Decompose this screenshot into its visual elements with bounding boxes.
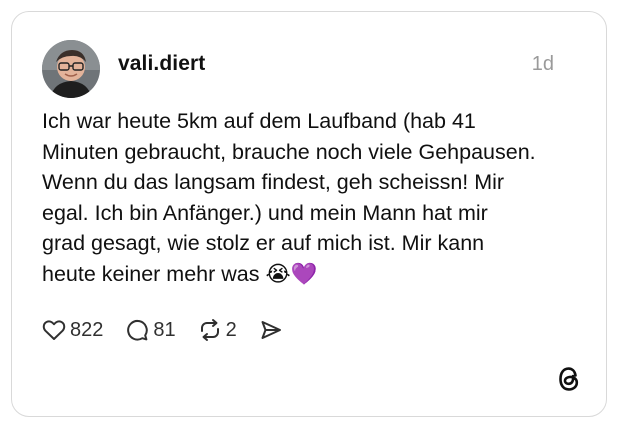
post-text: Ich war heute 5km auf dem Laufband (hab … [42,109,536,286]
repost-icon [198,318,222,342]
speech-bubble-icon [125,318,149,342]
send-icon [259,318,283,342]
action-bar: 822 81 2 [42,315,305,345]
heart-icon [42,319,66,341]
avatar-photo [42,40,100,98]
repost-count: 2 [225,318,237,341]
threads-logo-icon [556,365,582,393]
username[interactable]: vali.diert [118,52,205,76]
share-button[interactable] [259,318,283,342]
reply-button[interactable]: 81 [125,318,176,342]
reply-count: 81 [153,318,176,341]
avatar[interactable] [42,40,100,98]
post-card: vali.diert 1d Ich war heute 5km auf dem … [11,11,607,417]
repost-button[interactable]: 2 [198,318,237,342]
like-button[interactable]: 822 [42,319,103,342]
like-count: 822 [70,318,104,341]
post-timestamp: 1d [531,53,554,75]
